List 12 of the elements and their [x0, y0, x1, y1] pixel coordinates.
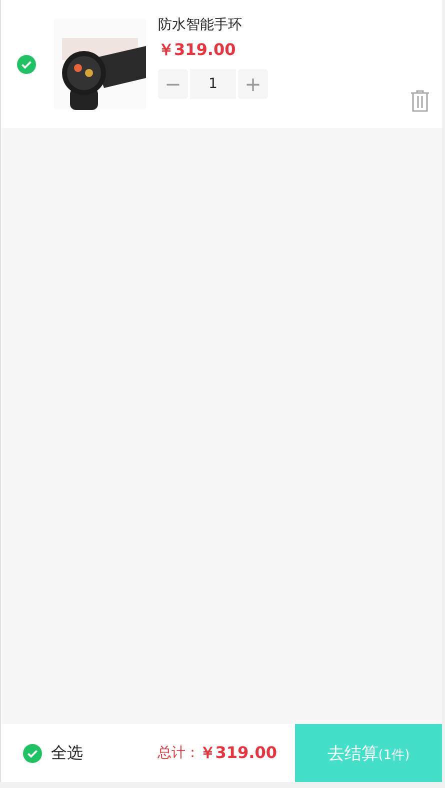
- total-price: ￥319.00: [199, 742, 277, 764]
- checkout-button[interactable]: 去结算(1件): [295, 724, 442, 782]
- quantity-field[interactable]: 1: [190, 69, 236, 99]
- checkbox[interactable]: [17, 54, 36, 74]
- select-all-label[interactable]: 全选: [51, 742, 83, 764]
- checkbox[interactable]: [23, 744, 42, 762]
- increase-button[interactable]: +: [238, 69, 268, 99]
- total-label: 总计：: [157, 744, 200, 762]
- trash-icon[interactable]: [410, 90, 430, 112]
- decrease-button[interactable]: −: [158, 69, 188, 99]
- product-price: ￥319.00: [158, 40, 237, 61]
- product-name: 防水智能手环: [158, 16, 243, 34]
